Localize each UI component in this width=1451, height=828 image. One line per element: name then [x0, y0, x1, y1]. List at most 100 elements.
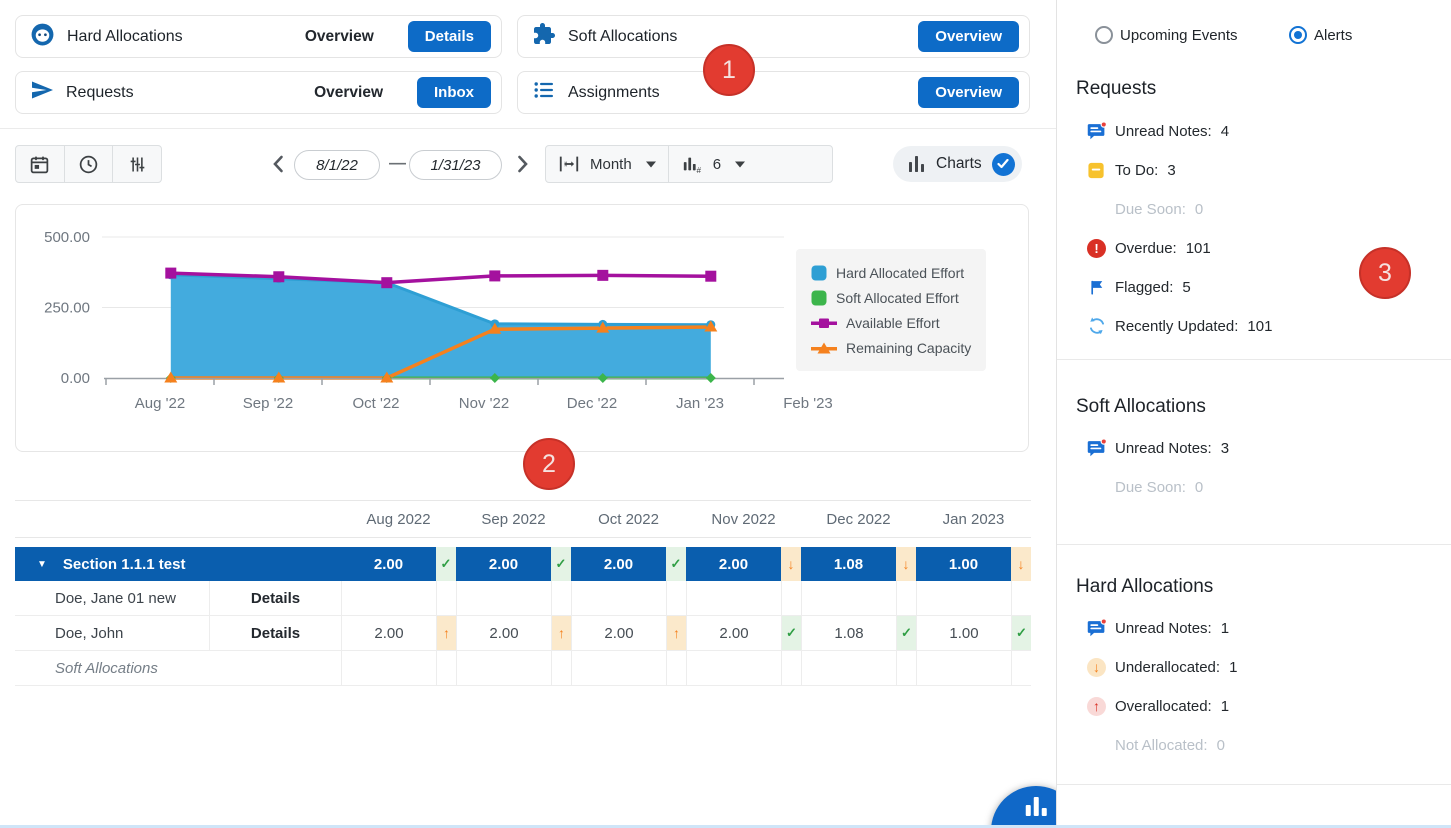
unread-notes-icon	[1086, 438, 1107, 459]
allocation-cell	[801, 581, 896, 615]
month-column-header: Sep 2022	[456, 511, 571, 528]
chevron-down-icon	[735, 161, 745, 168]
soft-allocations-overview-button[interactable]: Overview	[918, 21, 1019, 52]
check-circle-icon	[992, 153, 1015, 176]
allocation-cell: 2.00	[341, 616, 436, 650]
alert-item-underallocated[interactable]: ↓Underallocated:1	[1086, 654, 1237, 680]
bar-chart-icon	[1026, 797, 1047, 816]
alert-count: 1	[1221, 698, 1229, 715]
card-requests: Requests Overview Inbox	[15, 71, 502, 114]
row-name: Doe, Jane 01 new	[15, 581, 209, 615]
collapse-caret-icon[interactable]: ▼	[37, 559, 47, 570]
header-divider	[0, 128, 1056, 129]
table-row-doe-john: Doe, JohnDetails2.00↑2.00↑2.00↑2.00✓1.08…	[15, 616, 1031, 651]
allocation-cell: 2.00	[456, 616, 551, 650]
assignments-overview-button[interactable]: Overview	[918, 77, 1019, 108]
svg-text:Feb '23: Feb '23	[783, 395, 833, 412]
allocation-table: Aug 2022Sep 2022Oct 2022Nov 2022Dec 2022…	[15, 500, 1031, 686]
svg-text:Sep '22: Sep '22	[243, 395, 293, 412]
allocation-cell: 2.00	[686, 616, 781, 650]
chevron-down-icon	[646, 161, 656, 168]
alert-item-to-do[interactable]: To Do:3	[1086, 157, 1176, 183]
svg-text:250.00: 250.00	[44, 300, 90, 317]
hard-allocations-overview-button[interactable]: Overview	[305, 28, 374, 46]
recently-updated-icon	[1087, 316, 1107, 336]
calendar-icon[interactable]	[16, 146, 65, 182]
end-date-input[interactable]	[409, 150, 502, 180]
alert-count: 3	[1167, 162, 1175, 179]
section-row[interactable]: ▼Section 1.1.1 test2.00✓2.00✓2.00✓2.00↓1…	[15, 547, 1031, 581]
alert-item-overdue[interactable]: !Overdue:101	[1086, 235, 1211, 261]
alert-item-unread-notes[interactable]: Unread Notes:1	[1086, 615, 1229, 641]
alerts-sidebar: Upcoming Events Alerts RequestsUnread No…	[1056, 0, 1451, 828]
svg-text:0.00: 0.00	[61, 370, 90, 387]
details-button[interactable]: Details	[209, 616, 341, 650]
alert-item-recently-updated[interactable]: Recently Updated:101	[1086, 313, 1272, 339]
requests-overview-button[interactable]: Overview	[314, 84, 383, 102]
allocation-indicator-icon	[1011, 581, 1031, 615]
legend-label: Soft Allocated Effort	[836, 290, 959, 306]
section-allocation-cell: 1.08	[801, 547, 896, 581]
sidebar-section-title-soft-allocations: Soft Allocations	[1076, 396, 1206, 418]
column-width-icon	[558, 155, 580, 173]
clock-icon[interactable]	[65, 146, 114, 182]
allocation-cell	[916, 651, 1011, 685]
table-header-row: Aug 2022Sep 2022Oct 2022Nov 2022Dec 2022…	[15, 500, 1031, 538]
legend-label: Remaining Capacity	[846, 340, 971, 356]
allocation-indicator-icon	[781, 651, 801, 685]
sidebar-divider	[1057, 544, 1451, 545]
table-gap	[15, 538, 1031, 547]
allocation-cell	[456, 651, 551, 685]
date-range-separator: —	[389, 153, 406, 173]
allocation-indicator-icon: ✓	[781, 616, 801, 650]
flag-icon	[1088, 278, 1106, 297]
legend-item-available-effort: Available Effort	[811, 311, 971, 334]
radio-alerts[interactable]: Alerts	[1289, 26, 1352, 44]
allocation-indicator-icon: ↑	[436, 616, 456, 650]
allocation-indicator-icon	[666, 651, 686, 685]
legend-line-triangle-icon	[811, 341, 837, 355]
section-allocation-cell: 2.00	[571, 547, 666, 581]
section-allocation-cell: 2.00	[456, 547, 551, 581]
chart-count-dropdown[interactable]: # 6	[669, 146, 757, 182]
section-name-cell: ▼Section 1.1.1 test	[15, 547, 341, 581]
details-button[interactable]: Details	[209, 581, 341, 615]
charts-toggle[interactable]: Charts	[893, 146, 1022, 182]
card-title: Assignments	[568, 84, 660, 102]
requests-inbox-button[interactable]: Inbox	[417, 77, 491, 108]
month-column-header: Oct 2022	[571, 511, 686, 528]
alert-count: 3	[1221, 440, 1229, 457]
alert-label: Overallocated:	[1115, 698, 1212, 715]
hard-allocations-details-button[interactable]: Details	[408, 21, 491, 52]
alert-label: Underallocated:	[1115, 659, 1220, 676]
bar-count-icon: #	[681, 154, 703, 174]
start-date-input[interactable]	[294, 150, 380, 180]
requests-send-icon	[30, 78, 54, 107]
alert-item-flagged[interactable]: Flagged:5	[1086, 274, 1191, 300]
prev-period-chevron[interactable]	[266, 150, 290, 178]
allocation-cell	[456, 581, 551, 615]
allocation-cell	[571, 581, 666, 615]
sidebar-section-title-hard-allocations: Hard Allocations	[1076, 576, 1213, 598]
alert-item-unread-notes[interactable]: Unread Notes:3	[1086, 435, 1229, 461]
svg-text:Oct '22: Oct '22	[352, 395, 399, 412]
alert-label: Due Soon:	[1115, 479, 1186, 496]
alert-count: 101	[1247, 318, 1272, 335]
filter-settings-icon[interactable]	[113, 146, 161, 182]
alert-item-unread-notes[interactable]: Unread Notes:4	[1086, 118, 1229, 144]
allocation-indicator-icon	[551, 651, 571, 685]
allocation-indicator-icon: ✓	[896, 616, 916, 650]
todo-icon	[1087, 161, 1106, 180]
alert-item-overallocated[interactable]: ↑Overallocated:1	[1086, 693, 1229, 719]
assignments-list-icon	[532, 78, 556, 107]
month-column-header: Dec 2022	[801, 511, 916, 528]
month-column-header: Nov 2022	[686, 511, 801, 528]
next-period-chevron[interactable]	[511, 150, 535, 178]
radio-upcoming-events[interactable]: Upcoming Events	[1095, 26, 1238, 44]
allocation-indicator-icon: ✓	[436, 547, 456, 581]
chart-legend: Hard Allocated EffortSoft Allocated Effo…	[796, 249, 986, 371]
hard-allocations-icon	[30, 22, 55, 52]
allocation-indicator-icon: ✓	[666, 547, 686, 581]
allocation-indicator-icon: ✓	[551, 547, 571, 581]
interval-dropdown[interactable]: Month	[546, 146, 668, 182]
